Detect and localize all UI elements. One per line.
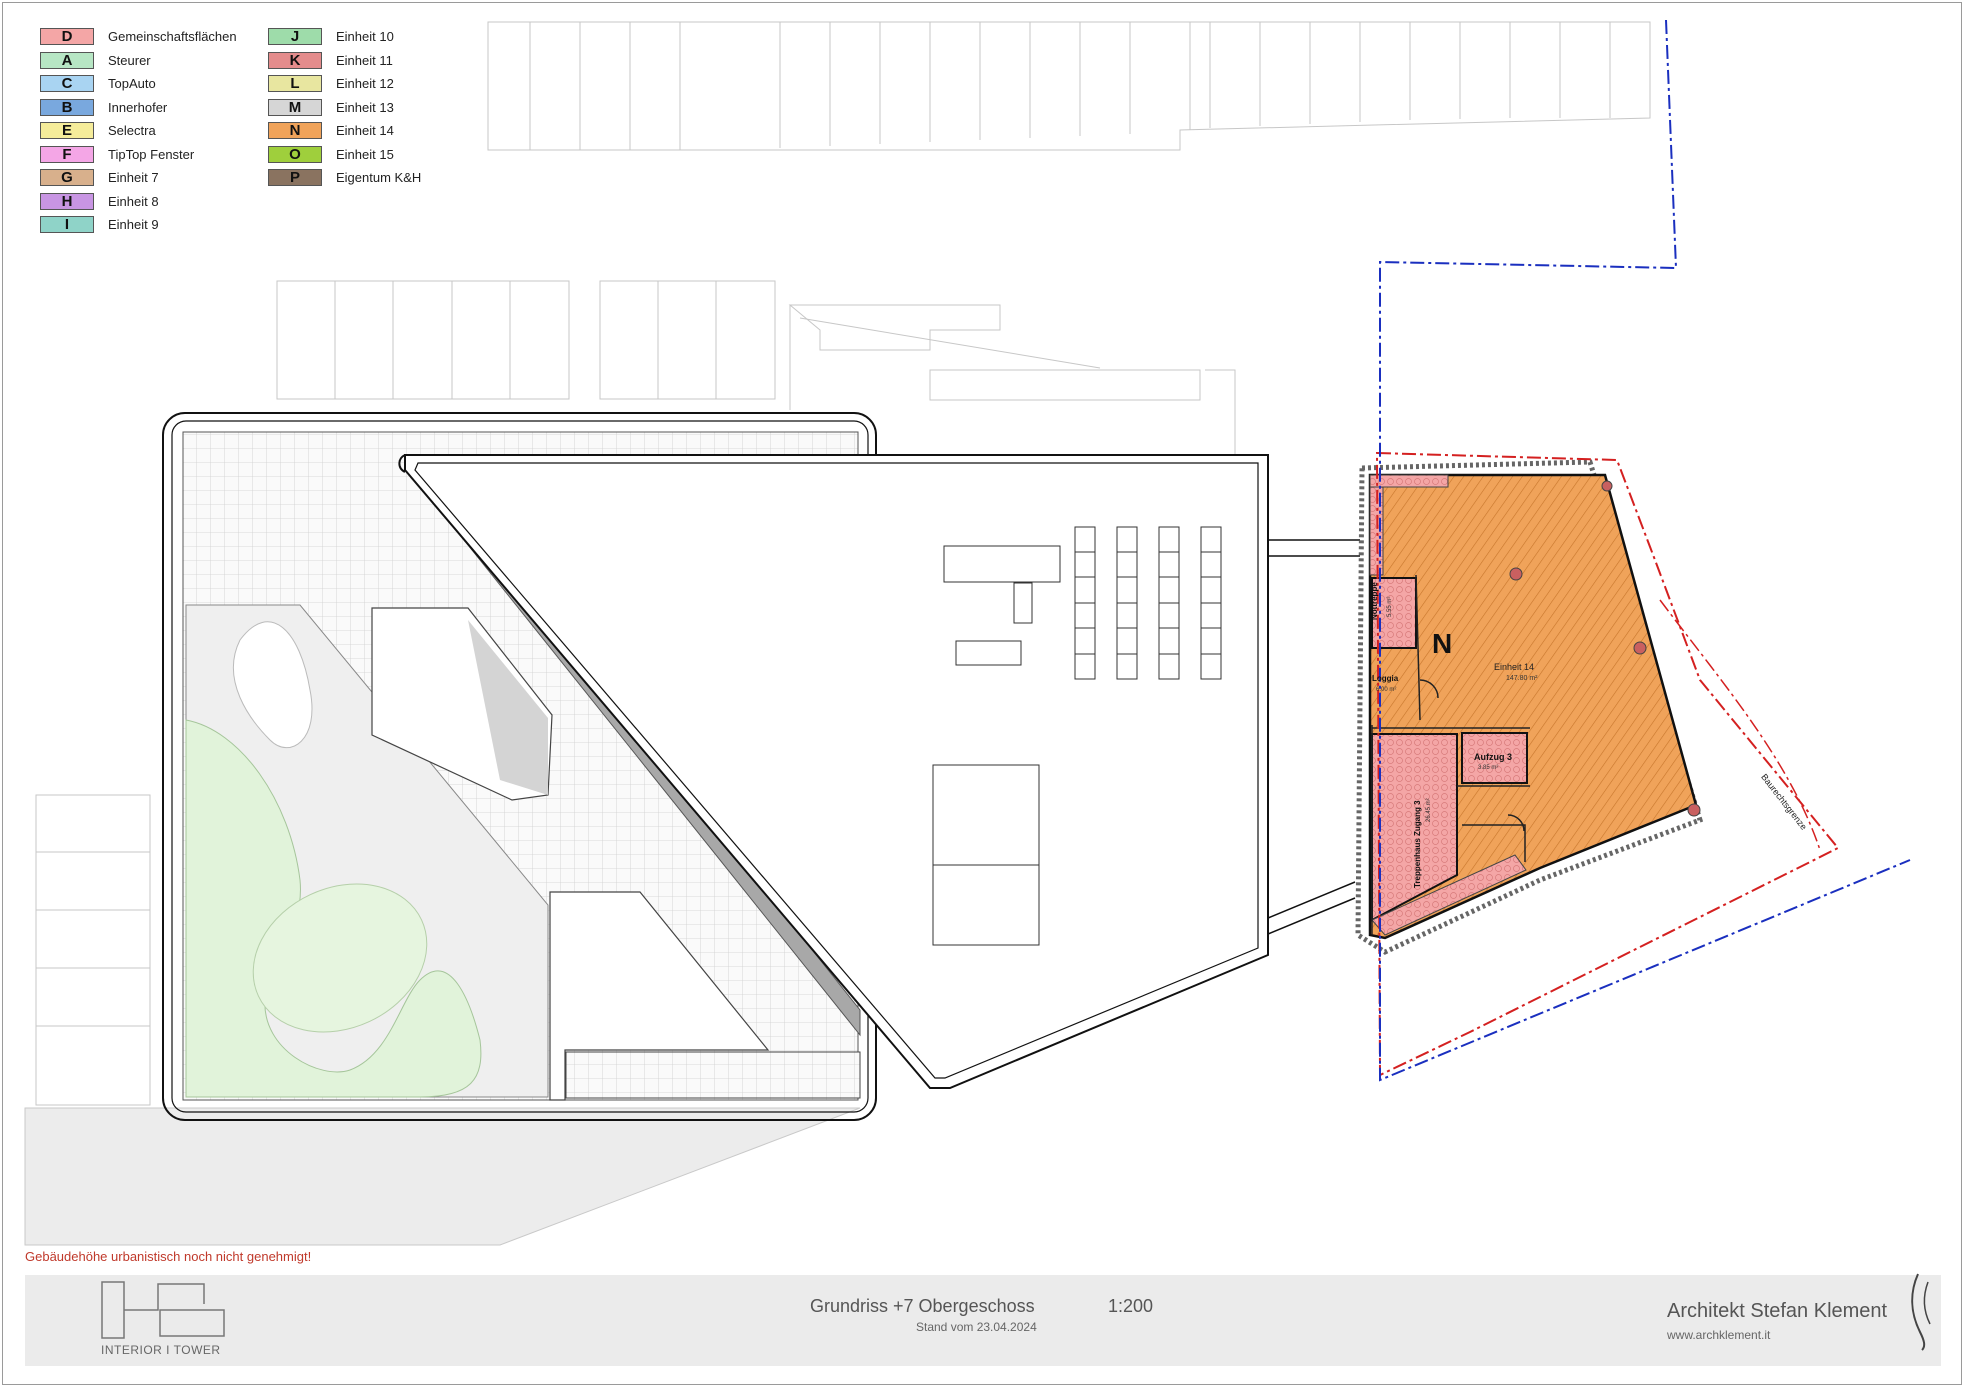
- lift-label: Aufzug 3: [1474, 752, 1512, 762]
- unit-name: Einheit 14: [1494, 662, 1535, 672]
- unit-letter: N: [1432, 628, 1453, 659]
- loggia-label: Loggia: [1372, 674, 1399, 683]
- stair-area: 26.45 m²: [1426, 798, 1432, 822]
- drawing-scale: 1:200: [1108, 1296, 1154, 1316]
- architect-name: Architekt Stefan Klement: [1667, 1300, 1888, 1322]
- drawing-date: Stand vom 23.04.2024: [916, 1320, 1037, 1334]
- architect-website: www.archklement.it: [1667, 1328, 1771, 1342]
- road-area: [24, 1107, 861, 1246]
- floor-plan: [24, 19, 1911, 1246]
- stair-label: Treppenhaus Zugang 3: [1413, 800, 1422, 888]
- drawing-title: Grundriss +7 Obergeschoss: [810, 1296, 1035, 1316]
- architect-logo: [1911, 1273, 1931, 1351]
- height-warning: Gebäudehöhe urbanistisch noch nicht gene…: [25, 1249, 312, 1264]
- common-top-strip: [1369, 474, 1449, 488]
- lift-area: 3.85 m²: [1478, 765, 1499, 771]
- loggia-area: 6.00 m²: [1376, 687, 1397, 693]
- unit-area: 147.80 m²: [1506, 675, 1538, 682]
- connector-bridges: [1267, 539, 1360, 935]
- notreppe-label: Nottreppe: [1370, 582, 1379, 620]
- project-name: INTERIOR I TOWER: [101, 1343, 221, 1357]
- notreppe-area: 5.55 m²: [1387, 596, 1393, 617]
- project-logo: [101, 1281, 225, 1339]
